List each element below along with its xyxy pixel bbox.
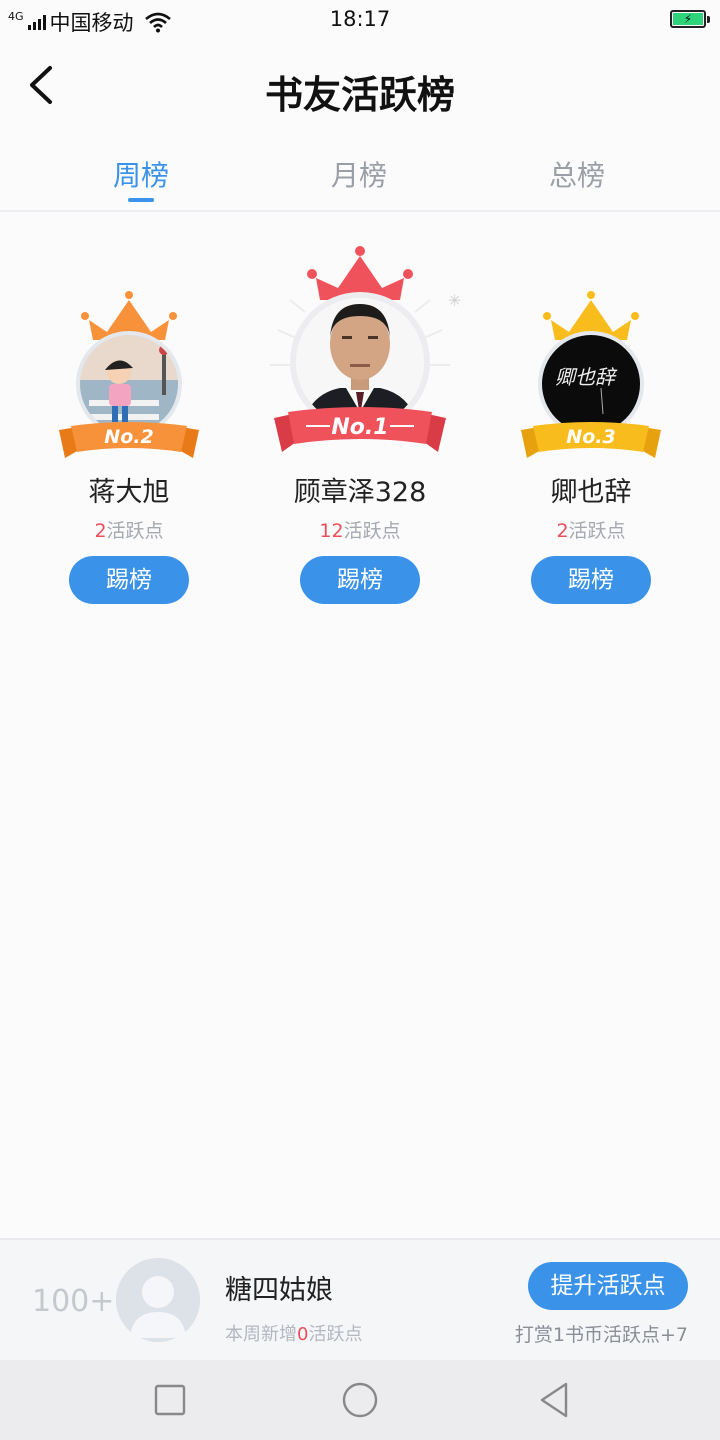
user-name: 卿也辞 <box>550 477 632 508</box>
tab-total[interactable]: 总榜 <box>497 154 657 194</box>
user-name: 蒋大旭 <box>88 477 170 508</box>
weekly-points-value: 0 <box>297 1324 309 1345</box>
rank-label: No.1 <box>331 415 388 440</box>
ranking-tabs: 周榜 月榜 总榜 <box>0 148 720 212</box>
podium-card-second: No.2 蒋大旭 2活跃点 踢榜 <box>19 280 239 610</box>
boost-points-button[interactable]: 提升活跃点 <box>528 1262 688 1310</box>
my-weekly-points: 本周新增0活跃点 <box>225 1320 362 1346</box>
page-title: 书友活跃榜 <box>264 72 455 117</box>
default-user-icon <box>130 1276 186 1338</box>
points-value: 2 <box>556 520 569 542</box>
podium-card-first: ✳ No.1 顾章泽328 12活跃点 踢榜 <box>250 240 470 610</box>
charging-bolt-icon: ⚡ <box>673 13 703 25</box>
kick-button[interactable]: 踢榜 <box>69 556 189 604</box>
activity-points: 2活跃点 <box>19 516 239 543</box>
kick-button[interactable]: 踢榜 <box>531 556 651 604</box>
reward-hint: 打赏1书币活跃点+7 <box>514 1324 688 1346</box>
activity-points: 12活跃点 <box>250 516 470 543</box>
my-avatar[interactable] <box>116 1258 200 1342</box>
avatar-calligraphy-text: 卿也辞 <box>555 365 618 389</box>
tab-monthly[interactable]: 月榜 <box>279 154 439 194</box>
points-suffix: 活跃点 <box>106 520 164 542</box>
points-value: 2 <box>94 520 107 542</box>
rank-3-badge: 卿也辞 No.3 <box>521 291 661 458</box>
rank-label: No.3 <box>566 426 615 448</box>
rank-2-badge: No.2 <box>59 291 199 458</box>
system-nav-bar <box>0 1360 720 1440</box>
kick-button[interactable]: 踢榜 <box>300 556 420 604</box>
user-name: 顾章泽328 <box>293 477 427 508</box>
tab-active-indicator <box>128 198 154 202</box>
my-rank-number: 100+ <box>32 1284 115 1319</box>
app-header: 书友活跃榜 <box>0 40 720 130</box>
points-value: 12 <box>319 520 344 542</box>
back-triangle-icon[interactable] <box>534 1380 574 1420</box>
weekly-prefix: 本周新增 <box>225 1324 297 1345</box>
crown-icon <box>307 246 413 300</box>
activity-points: 2活跃点 <box>481 516 701 543</box>
points-suffix: 活跃点 <box>568 520 626 542</box>
clock: 18:17 <box>329 7 391 31</box>
battery-icon: ⚡ <box>670 10 710 28</box>
rank-1-badge: ✳ No.1 <box>270 246 461 452</box>
my-rank-bar: 100+ 糖四姑娘 本周新增0活跃点 提升活跃点 打赏1书币活跃点+7 <box>0 1238 720 1360</box>
points-suffix: 活跃点 <box>343 520 401 542</box>
podium-card-third: 卿也辞 No.3 卿也辞 2活跃点 踢榜 <box>481 280 701 610</box>
home-circle-icon[interactable] <box>340 1380 380 1420</box>
my-name: 糖四姑娘 <box>225 1275 333 1306</box>
tab-weekly[interactable]: 周榜 <box>61 154 221 194</box>
avatar-cartoon-child <box>80 335 178 433</box>
rank-label: No.2 <box>104 426 153 448</box>
recents-square-icon[interactable] <box>150 1380 190 1420</box>
svg-text:✳: ✳ <box>448 291 461 310</box>
status-bar: 4G 中国移动 18:17 ⚡ <box>0 0 720 40</box>
weekly-suffix: 活跃点 <box>308 1324 363 1345</box>
